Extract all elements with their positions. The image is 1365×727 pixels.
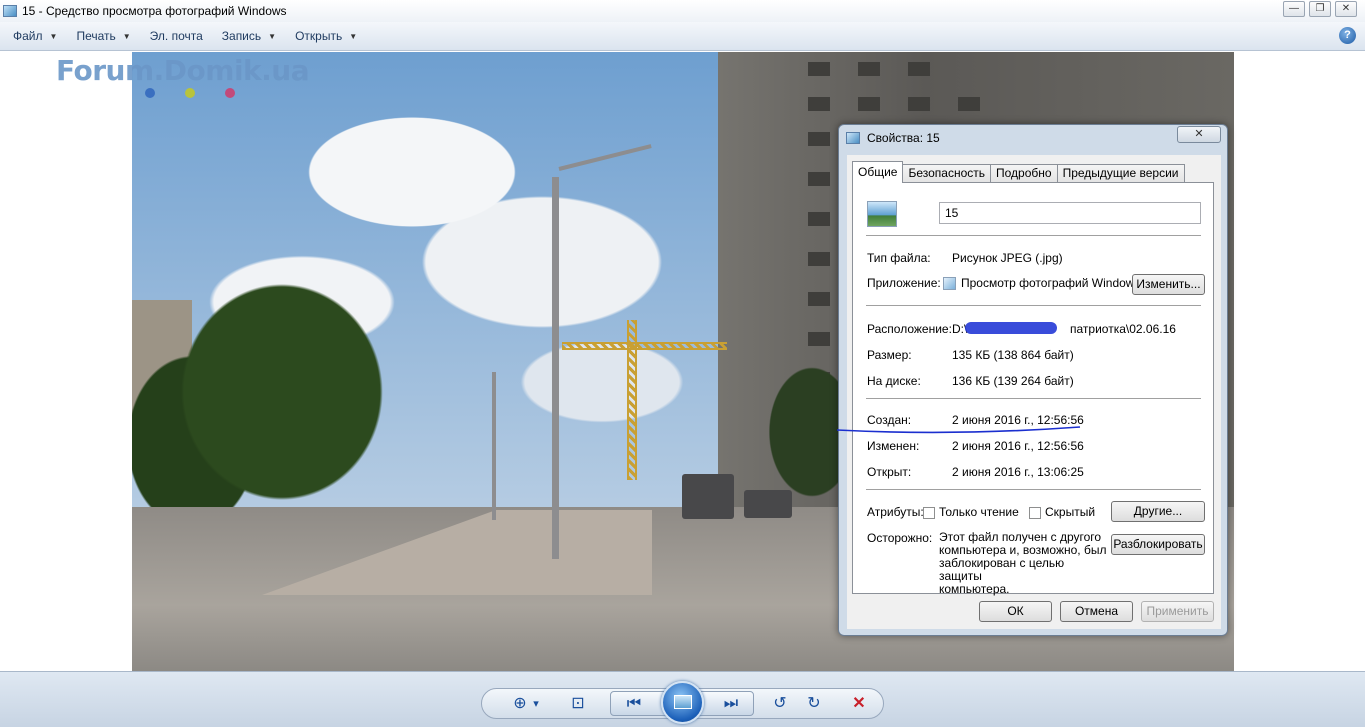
previous-icon[interactable]: ⏮	[622, 693, 646, 715]
menu-file-label: Файл	[13, 29, 43, 43]
menu-open-label: Открыть	[295, 29, 343, 43]
file-type-value: Рисунок JPEG (.jpg)	[952, 251, 1063, 265]
help-icon[interactable]: ?	[1339, 27, 1356, 44]
delete-icon[interactable]: ✕	[848, 693, 870, 715]
dialog-close-button[interactable]: ✕	[1177, 126, 1221, 143]
watermark-dot	[225, 88, 235, 98]
opened-label: Открыт:	[867, 465, 912, 479]
security-text-line: компьютера.	[939, 582, 1010, 596]
change-button[interactable]: Изменить...	[1132, 274, 1205, 295]
menu-open[interactable]: Открыть ▼	[282, 29, 357, 43]
dialog-body: Общие Безопасность Подробно Предыдущие в…	[836, 155, 1221, 629]
tab-security[interactable]: Безопасность	[902, 164, 992, 183]
modified-value: 2 июня 2016 г., 12:56:56	[952, 439, 1084, 453]
divider	[866, 489, 1201, 490]
slideshow-icon	[674, 695, 692, 709]
menu-file[interactable]: Файл ▼	[0, 29, 57, 43]
minimize-button[interactable]: —	[1283, 1, 1305, 17]
file-properties-icon	[846, 132, 860, 144]
readonly-label: Только чтение	[939, 505, 1019, 519]
unblock-button[interactable]: Разблокировать	[1111, 534, 1205, 555]
menu-burn-label: Запись	[221, 29, 262, 43]
menu-print[interactable]: Печать ▼	[63, 29, 130, 43]
photo-viewer-icon	[943, 277, 956, 291]
underline-annotation	[836, 426, 1081, 434]
on-disk-label: На диске:	[867, 374, 921, 388]
chevron-down-icon: ▼	[49, 31, 58, 41]
image-file-icon	[867, 201, 897, 227]
next-icon[interactable]: ⏭	[719, 693, 743, 715]
bottom-toolbar: ⊕ ▾ ⊡ ⏮ ⏭ ↺ ↻ ✕	[0, 671, 1365, 727]
cancel-button[interactable]: Отмена	[1060, 601, 1133, 622]
zoom-dropdown-icon[interactable]: ▾	[530, 693, 542, 715]
title-bar: 15 - Средство просмотра фотографий Windo…	[0, 0, 1365, 22]
menu-email[interactable]: Эл. почта	[137, 29, 203, 43]
security-text: Этот файл получен с другого компьютера и…	[939, 531, 1109, 596]
chevron-down-icon: ▼	[268, 31, 277, 41]
hidden-checkbox-box[interactable]	[1029, 506, 1041, 519]
menu-burn[interactable]: Запись ▼	[209, 29, 276, 43]
application-value: Просмотр фотографий Windows	[961, 276, 1141, 290]
tab-previous-versions[interactable]: Предыдущие версии	[1056, 164, 1185, 183]
photo-lamp-post-2	[492, 372, 496, 520]
general-tab-panel: Тип файла: Рисунок JPEG (.jpg) Приложени…	[836, 182, 1214, 596]
opened-value: 2 июня 2016 г., 13:06:25	[952, 465, 1084, 479]
menu-bar: Файл ▼ Печать ▼ Эл. почта Запись ▼ Открыть ▼…	[0, 22, 1365, 51]
file-type-label: Тип файла:	[867, 251, 931, 265]
divider	[866, 305, 1201, 306]
chevron-down-icon: ▼	[122, 31, 131, 41]
divider	[866, 398, 1201, 399]
ok-button[interactable]: ОК	[979, 601, 1052, 622]
restore-button[interactable]: ❐	[1309, 1, 1331, 17]
tab-strip: Общие Безопасность Подробно Предыдущие в…	[852, 161, 1185, 183]
photo-truck	[682, 474, 734, 519]
on-disk-value: 136 КБ (139 264 байт)	[952, 374, 1074, 388]
photo-viewer-window: 15 - Средство просмотра фотографий Windo…	[0, 0, 1365, 727]
photo-car	[744, 490, 792, 518]
tab-general[interactable]: Общие	[852, 161, 904, 183]
redaction-scribble	[965, 322, 1057, 334]
hidden-checkbox[interactable]: Скрытый	[1029, 505, 1095, 519]
size-label: Размер:	[867, 348, 912, 362]
photo-crane	[627, 320, 637, 480]
dialog-title-bar: Свойства: 15 ✕	[839, 125, 1227, 151]
menu-print-label: Печать	[76, 29, 116, 43]
security-label: Осторожно:	[867, 531, 933, 545]
window-controls: — ❐ ✕	[1283, 0, 1357, 17]
location-label: Расположение:	[867, 322, 952, 336]
apply-button[interactable]: Применить	[1141, 601, 1214, 622]
menu-email-label: Эл. почта	[149, 29, 203, 43]
advanced-attributes-button[interactable]: Другие...	[1111, 501, 1205, 522]
watermark-dots	[145, 88, 235, 98]
tab-details[interactable]: Подробно	[990, 164, 1058, 183]
size-value: 135 КБ (138 864 байт)	[952, 348, 1074, 362]
modified-label: Изменен:	[867, 439, 920, 453]
hidden-label: Скрытый	[1045, 505, 1096, 519]
slideshow-button[interactable]	[661, 681, 704, 724]
security-text-line: заблокирован с целью защиты	[939, 556, 1065, 583]
app-icon	[3, 5, 17, 17]
dialog-title: Свойства: 15	[867, 131, 940, 145]
photo-crane-arm	[562, 342, 727, 350]
rotate-right-icon[interactable]: ↻	[804, 693, 824, 715]
chevron-down-icon: ▼	[349, 31, 358, 41]
close-button[interactable]: ✕	[1335, 1, 1357, 17]
properties-dialog: Свойства: 15 ✕ Общие Безопасность Подроб…	[836, 124, 1228, 636]
application-value-wrap: Просмотр фотографий Windows	[943, 276, 1141, 291]
file-name-input[interactable]	[939, 202, 1201, 224]
location-value-end: патриотка\02.06.16	[1070, 322, 1176, 336]
readonly-checkbox-box[interactable]	[923, 506, 935, 519]
watermark-dot	[185, 88, 195, 98]
watermark-dot	[145, 88, 155, 98]
divider	[866, 235, 1201, 236]
photo-lamp-post	[552, 177, 559, 559]
zoom-icon[interactable]: ⊕	[510, 693, 530, 715]
fit-to-window-icon[interactable]: ⊡	[567, 693, 589, 715]
watermark-logo: Forum.Domik.ua	[56, 54, 310, 87]
readonly-checkbox[interactable]: Только чтение	[923, 505, 1019, 519]
application-label: Приложение:	[867, 276, 941, 290]
window-title: 15 - Средство просмотра фотографий Windo…	[22, 4, 287, 18]
rotate-left-icon[interactable]: ↺	[770, 693, 790, 715]
attributes-label: Атрибуты:	[867, 505, 924, 519]
